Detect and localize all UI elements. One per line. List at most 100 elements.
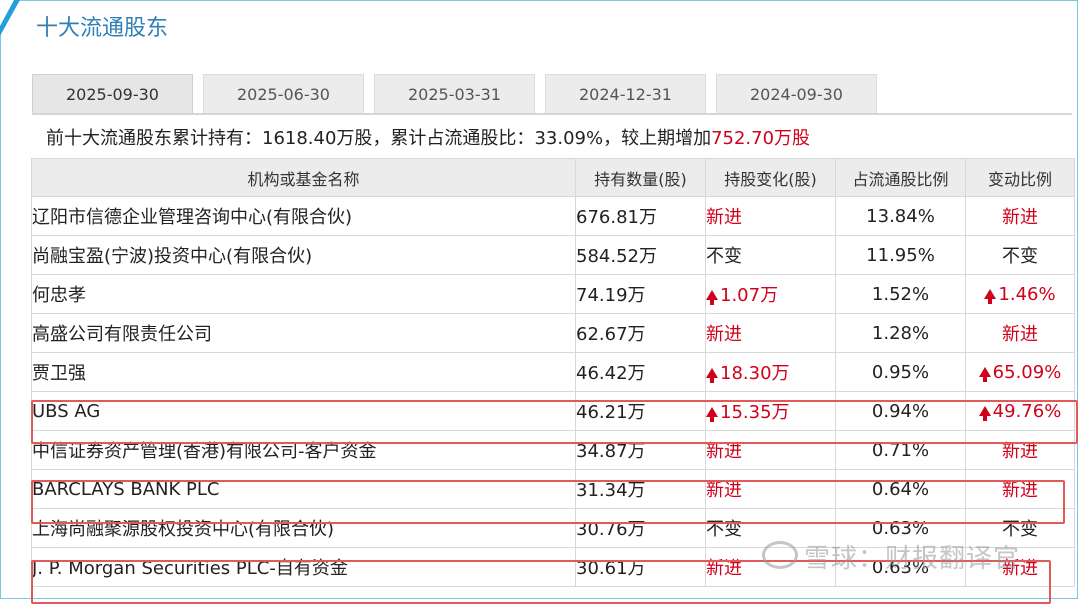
table-row[interactable]: 中信证券资产管理(香港)有限公司-客户资金 34.87万 新进 0.71% 新进 <box>31 430 1075 470</box>
header-change: 持股变化(股) <box>705 158 836 197</box>
cell-change-text: 15.35万 <box>720 402 790 423</box>
cell-ratio: 0.94% <box>835 391 966 431</box>
cell-holding-text: 62.67万 <box>576 324 646 345</box>
cell-name-text: J. P. Morgan Securities PLC-自有资金 <box>32 558 348 579</box>
table-row[interactable]: 尚融宝盈(宁波)投资中心(有限合伙) 584.52万 不变 11.95% 不变 <box>31 235 1075 275</box>
watermark-text: 雪球：财报翻译官 <box>804 544 1021 574</box>
table-row[interactable]: 贾卫强 46.42万 18.30万 0.95% 65.09% <box>31 352 1075 392</box>
cell-change-ratio-text: 不变 <box>1002 246 1038 267</box>
table-row[interactable]: BARCLAYS BANK PLC 31.34万 新进 0.64% 新进 <box>31 469 1075 509</box>
cell-name: 中信证券资产管理(香港)有限公司-客户资金 <box>31 430 576 470</box>
cell-change-ratio: 新进 <box>965 430 1075 470</box>
cell-ratio-text: 0.94% <box>871 400 930 422</box>
cell-name: 何忠孝 <box>31 274 576 314</box>
tab-2025-06-30[interactable]: 2025-06-30 <box>203 74 364 114</box>
cell-name-text: 贾卫强 <box>32 363 87 384</box>
cell-change-text: 新进 <box>706 207 743 228</box>
cell-holding-text: 30.76万 <box>576 519 646 540</box>
up-arrow-icon <box>984 288 997 304</box>
header-ratio: 占流通股比例 <box>835 158 966 197</box>
cell-change: 1.07万 <box>705 274 836 314</box>
cell-holding-text: 676.81万 <box>576 207 657 228</box>
cell-holding: 31.34万 <box>575 469 706 509</box>
cell-ratio: 0.95% <box>835 352 966 392</box>
cell-change-ratio-text: 新进 <box>1002 480 1038 501</box>
table-row[interactable]: UBS AG 46.21万 15.35万 0.94% 49.76% <box>31 391 1075 431</box>
cell-change: 18.30万 <box>705 352 836 392</box>
cell-change-ratio: 1.46% <box>965 274 1075 314</box>
table-row[interactable]: 何忠孝 74.19万 1.07万 1.52% 1.46% <box>31 274 1075 314</box>
cell-holding: 62.67万 <box>575 313 706 353</box>
cell-name-text: 中信证券资产管理(香港)有限公司-客户资金 <box>32 441 377 462</box>
cell-name: 高盛公司有限责任公司 <box>31 313 576 353</box>
summary-ratio: 33.09% <box>534 128 604 149</box>
cell-name-text: 尚融宝盈(宁波)投资中心(有限合伙) <box>32 246 313 267</box>
cell-change-ratio-text: 新进 <box>1002 324 1038 345</box>
cell-change-text: 1.07万 <box>720 285 779 306</box>
cell-holding: 676.81万 <box>575 196 706 236</box>
tab-2025-03-31[interactable]: 2025-03-31 <box>374 74 535 114</box>
cell-change-ratio: 不变 <box>965 235 1075 275</box>
cell-name: UBS AG <box>31 391 576 431</box>
cell-name: BARCLAYS BANK PLC <box>31 469 576 509</box>
tab-2024-09-30[interactable]: 2024-09-30 <box>716 74 877 114</box>
summary-prefix: 前十大流通股东累计持有： <box>46 128 262 149</box>
cell-ratio: 1.52% <box>835 274 966 314</box>
tab-divider <box>32 113 1072 115</box>
cell-name-text: 上海尚融聚源股权投资中心(有限合伙) <box>32 519 335 540</box>
cell-ratio-text: 1.28% <box>871 322 930 344</box>
cell-holding-text: 34.87万 <box>576 441 646 462</box>
cell-name-text: BARCLAYS BANK PLC <box>32 478 220 500</box>
cell-change-ratio: 49.76% <box>965 391 1075 431</box>
cell-ratio: 13.84% <box>835 196 966 236</box>
cell-holding: 74.19万 <box>575 274 706 314</box>
cell-ratio: 1.28% <box>835 313 966 353</box>
cell-holding-text: 30.61万 <box>576 558 646 579</box>
cell-change-text: 不变 <box>706 519 743 540</box>
tab-2024-12-31[interactable]: 2024-12-31 <box>545 74 706 114</box>
cell-ratio-text: 1.52% <box>871 283 930 305</box>
cell-change-ratio-text: 不变 <box>1002 519 1038 540</box>
cell-holding-text: 46.21万 <box>576 402 646 423</box>
tab-2025-09-30[interactable]: 2025-09-30 <box>32 74 193 114</box>
cell-holding: 34.87万 <box>575 430 706 470</box>
header-name: 机构或基金名称 <box>31 158 576 197</box>
cell-change-text: 新进 <box>706 324 743 345</box>
cell-change-ratio-text: 65.09% <box>992 361 1062 383</box>
cell-name: 贾卫强 <box>31 352 576 392</box>
table-row[interactable]: 辽阳市信德企业管理咨询中心(有限合伙) 676.81万 新进 13.84% 新进 <box>31 196 1075 236</box>
cell-change-text: 不变 <box>706 246 743 267</box>
cell-change-text: 新进 <box>706 441 743 462</box>
up-arrow-icon <box>978 366 991 382</box>
cell-name-text: UBS AG <box>32 400 101 422</box>
cell-change-ratio: 新进 <box>965 313 1075 353</box>
cell-change-text: 新进 <box>706 480 743 501</box>
cell-holding: 30.61万 <box>575 547 706 587</box>
cell-holding-text: 46.42万 <box>576 363 646 384</box>
cell-change: 新进 <box>705 196 836 236</box>
cell-change: 新进 <box>705 469 836 509</box>
cell-holding: 46.21万 <box>575 391 706 431</box>
cell-holding: 584.52万 <box>575 235 706 275</box>
summary-ratio-label: ，累计占流通股比： <box>372 128 535 149</box>
cell-change-ratio: 新进 <box>965 469 1075 509</box>
panel-title: 十大流通股东 <box>36 16 169 41</box>
cell-change-ratio-text: 新进 <box>1002 441 1038 462</box>
cell-name-text: 何忠孝 <box>32 285 87 306</box>
cell-change: 15.35万 <box>705 391 836 431</box>
cell-change-text: 18.30万 <box>720 363 790 384</box>
cell-change-text: 新进 <box>706 558 743 579</box>
cell-change: 新进 <box>705 430 836 470</box>
cell-ratio-text: 0.64% <box>871 478 930 500</box>
summary-total-holding: 1618.40万股 <box>262 128 373 149</box>
header-holding: 持有数量(股) <box>575 158 706 197</box>
cell-ratio-text: 0.63% <box>871 517 930 539</box>
cell-holding-text: 584.52万 <box>576 246 657 267</box>
summary-change-label: ，较上期增加 <box>603 128 712 149</box>
cell-holding: 30.76万 <box>575 508 706 548</box>
cell-ratio-text: 13.84% <box>866 205 935 227</box>
table-header-row: 机构或基金名称 持有数量(股) 持股变化(股) 占流通股比例 变动比例 <box>31 158 1075 197</box>
cell-name: J. P. Morgan Securities PLC-自有资金 <box>31 547 576 587</box>
up-arrow-icon <box>706 407 718 422</box>
table-row[interactable]: 高盛公司有限责任公司 62.67万 新进 1.28% 新进 <box>31 313 1075 353</box>
